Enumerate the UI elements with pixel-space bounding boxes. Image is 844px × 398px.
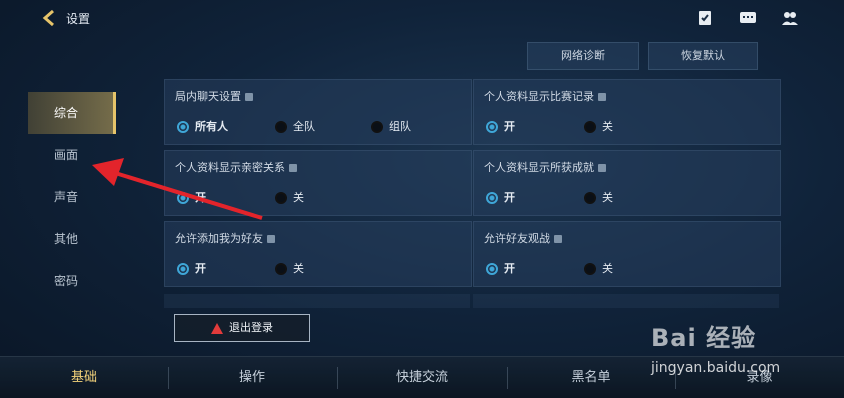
watermark-text: Bai 经验	[651, 324, 757, 352]
watermark-url: jingyan.baidu.com	[651, 360, 781, 376]
baidu-jingyan-watermark: Bai 经验 jingyan.baidu.com	[651, 306, 841, 386]
